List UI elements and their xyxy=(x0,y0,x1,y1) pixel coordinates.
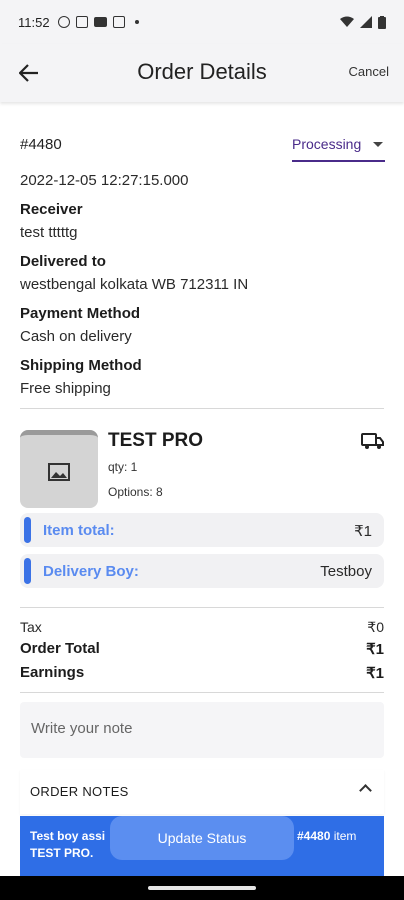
update-status-button[interactable]: Update Status xyxy=(110,816,294,860)
system-icons xyxy=(340,15,386,29)
status-dropdown[interactable]: Processing xyxy=(292,136,385,162)
notification-icons xyxy=(57,16,139,28)
item-total-row: Item total: ₹1 xyxy=(20,513,384,547)
product-name: TEST PRO xyxy=(108,430,204,451)
earnings-row: Earnings ₹1 xyxy=(20,664,384,682)
delivery-boy-value: Testboy xyxy=(320,563,372,580)
status-dropdown-value: Processing xyxy=(292,136,362,152)
order-total-value: ₹1 xyxy=(366,641,384,658)
item-total-label: Item total: xyxy=(43,522,115,539)
note-input[interactable]: Write your note xyxy=(20,702,384,758)
order-notes-header[interactable]: ORDER NOTES xyxy=(20,770,384,814)
battery-icon xyxy=(378,15,386,29)
delivered-to-label: Delivered to xyxy=(20,253,106,270)
order-timestamp: 2022-12-05 12:27:15.000 xyxy=(20,172,189,189)
more-dot-icon xyxy=(134,20,139,24)
system-nav-bar xyxy=(0,876,404,900)
caret-down-icon xyxy=(373,142,384,147)
cancel-button[interactable]: Cancel xyxy=(349,64,389,79)
receiver-label: Receiver xyxy=(20,201,83,218)
product-image xyxy=(20,430,98,508)
delivery-boy-row[interactable]: Delivery Boy: Testboy xyxy=(20,554,384,588)
divider xyxy=(20,692,384,693)
truck-icon[interactable] xyxy=(361,432,385,455)
sync-icon xyxy=(57,16,70,28)
app-bar: Order Details Cancel xyxy=(0,44,404,102)
wifi-icon xyxy=(340,16,354,27)
accent-bar xyxy=(24,517,31,543)
product-qty: qty: 1 xyxy=(108,460,138,474)
receiver-value: test tttttg xyxy=(20,224,78,241)
delivery-boy-label: Delivery Boy: xyxy=(43,563,139,580)
signal-icon xyxy=(360,16,372,28)
tax-row: Tax ₹0 xyxy=(20,619,384,635)
image-placeholder-icon xyxy=(48,462,70,481)
chevron-up-icon[interactable] xyxy=(359,784,372,797)
youtube-icon xyxy=(93,17,107,27)
order-total-label: Order Total xyxy=(20,640,100,657)
divider xyxy=(20,408,384,409)
order-total-row: Order Total ₹1 xyxy=(20,640,384,658)
tax-label: Tax xyxy=(20,619,42,635)
note-order-id: #4480 xyxy=(297,829,331,843)
payment-method-value: Cash on delivery xyxy=(20,328,132,345)
earnings-value: ₹1 xyxy=(366,665,384,682)
page-title: Order Details xyxy=(137,59,267,84)
order-notes-title: ORDER NOTES xyxy=(30,784,129,799)
accent-bar xyxy=(24,558,31,584)
order-id: #4480 xyxy=(20,136,62,153)
product-options: Options: 8 xyxy=(108,485,163,499)
home-handle[interactable] xyxy=(148,886,256,890)
divider xyxy=(20,607,384,608)
delivered-to-value: westbengal kolkata WB 712311 IN xyxy=(20,276,249,293)
item-total-value: ₹1 xyxy=(354,523,372,540)
shipping-method-label: Shipping Method xyxy=(20,357,142,374)
shipping-method-value: Free shipping xyxy=(20,380,111,397)
mail-icon xyxy=(75,16,88,28)
note-text-start: Test boy assi xyxy=(30,829,106,843)
note-item-word: item xyxy=(330,829,357,843)
status-time: 11:52 xyxy=(18,14,50,30)
payment-method-label: Payment Method xyxy=(20,305,141,322)
calendar-icon xyxy=(112,16,125,28)
tax-value: ₹0 xyxy=(367,619,384,635)
note-product: TEST PRO. xyxy=(30,846,94,860)
note-text-end: #4480 item xyxy=(297,829,356,843)
status-bar: 11:52 xyxy=(0,0,404,44)
earnings-label: Earnings xyxy=(20,664,85,681)
